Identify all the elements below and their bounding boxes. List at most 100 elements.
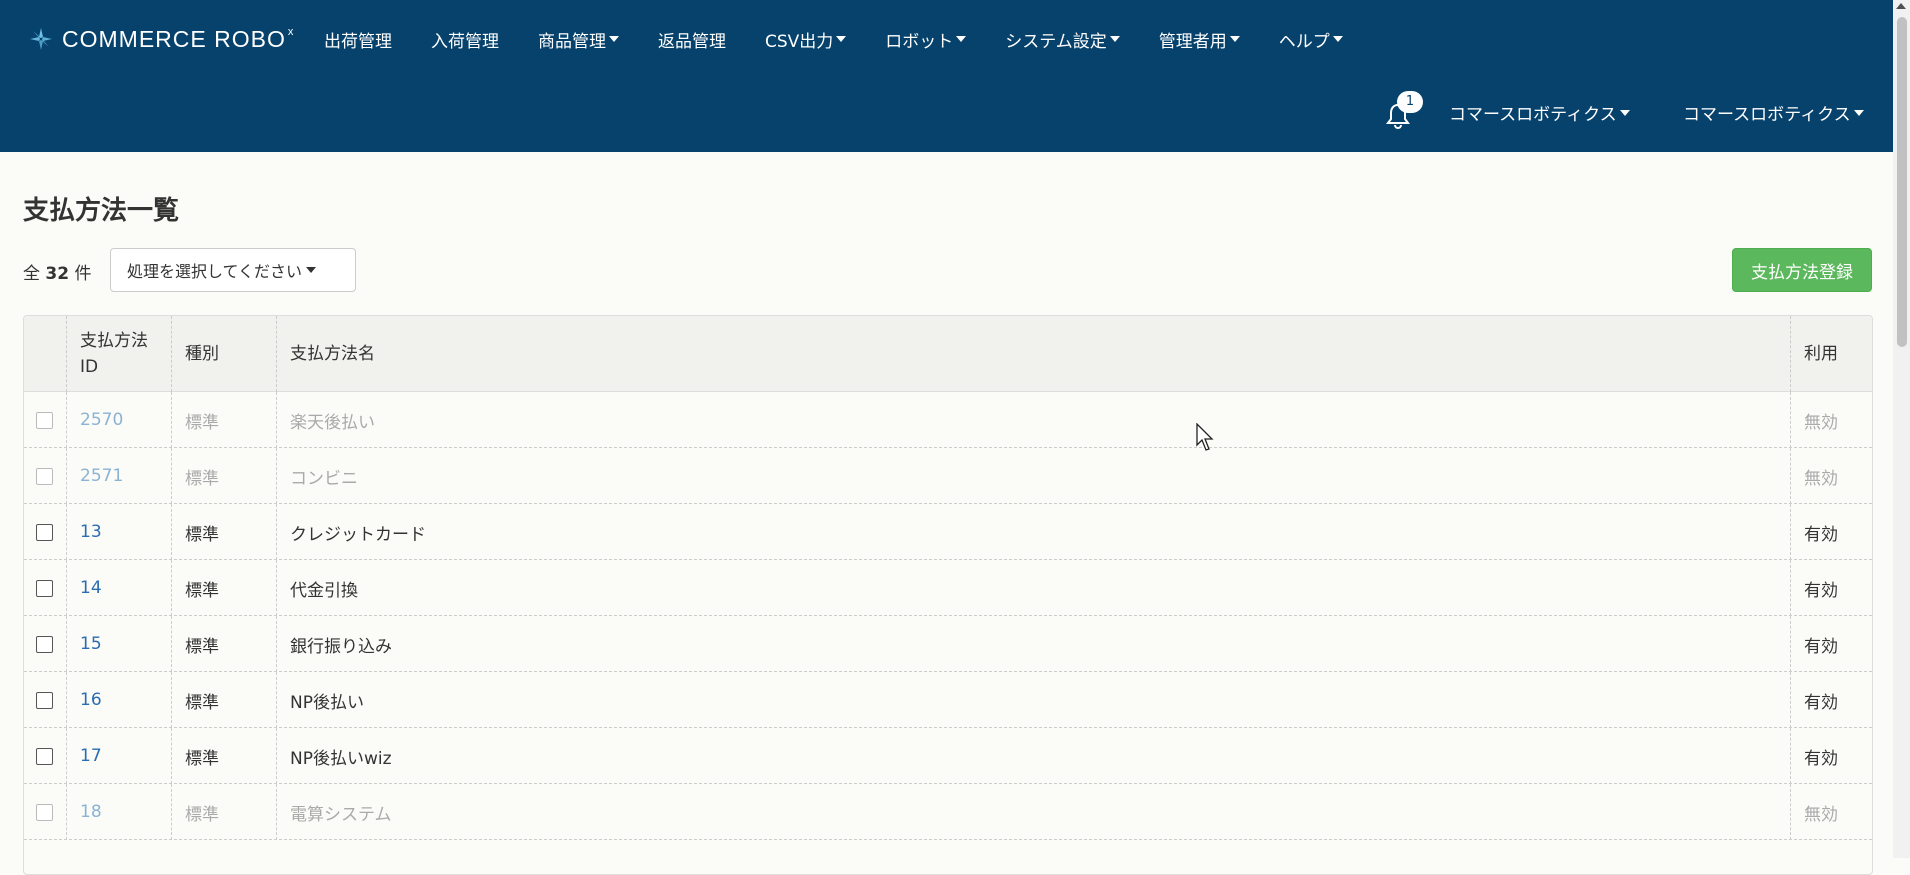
payment-method-type: 標準 <box>172 504 277 560</box>
payment-method-name: 楽天後払い <box>277 392 1791 448</box>
nav-item-1[interactable]: 入荷管理 <box>431 27 499 52</box>
payment-method-id-link[interactable]: 13 <box>67 504 172 560</box>
payment-method-id-link[interactable]: 2571 <box>67 448 172 504</box>
nav-item-label: CSV出力 <box>765 31 834 52</box>
payment-method-usage: 有効 <box>1804 692 1838 713</box>
nav-item-label: 出荷管理 <box>324 31 392 52</box>
nav-item-label: 入荷管理 <box>431 31 499 52</box>
payment-method-id-link[interactable]: 16 <box>67 672 172 728</box>
payment-method-id-link[interactable]: 18 <box>67 784 172 840</box>
header-id[interactable]: 支払方法ID <box>67 316 172 392</box>
row-checkbox[interactable] <box>36 467 53 485</box>
payment-method-id-link[interactable]: 2570 <box>67 392 172 448</box>
nav-item-label: システム設定 <box>1005 31 1107 52</box>
row-checkbox[interactable] <box>36 523 53 541</box>
payment-method-id-link[interactable]: 15 <box>67 616 172 672</box>
payment-method-id-link[interactable]: 14 <box>67 560 172 616</box>
header-type[interactable]: 種別 <box>172 316 277 392</box>
row-checkbox-cell <box>24 392 67 448</box>
nav-item-7[interactable]: 管理者用 <box>1159 27 1240 52</box>
table-row: 13 標準 クレジットカード 有効 <box>24 504 1872 560</box>
table-row: 15 標準 銀行振り込み 有効 <box>24 616 1872 672</box>
row-checkbox[interactable] <box>36 691 53 709</box>
chevron-down-icon <box>609 36 619 42</box>
header-name[interactable]: 支払方法名 <box>277 316 1791 392</box>
chevron-down-icon <box>836 36 847 42</box>
row-checkbox[interactable] <box>36 635 53 653</box>
row-checkbox-cell <box>24 672 67 728</box>
nav-item-0[interactable]: 出荷管理 <box>324 27 392 52</box>
table-row: 14 標準 代金引換 有効 <box>24 560 1872 616</box>
payment-method-usage: 無効 <box>1804 804 1838 825</box>
nav-item-label: 管理者用 <box>1158 31 1227 52</box>
row-checkbox[interactable] <box>36 747 53 765</box>
payment-method-type: 標準 <box>172 392 277 448</box>
mouse-cursor-icon <box>1196 423 1214 451</box>
payment-method-name: 銀行振り込み <box>277 616 1791 672</box>
row-checkbox-cell <box>24 728 67 784</box>
chevron-down-icon <box>956 36 967 42</box>
row-checkbox[interactable] <box>36 579 53 597</box>
payment-method-type: 標準 <box>172 784 277 840</box>
chevron-down-icon <box>1229 36 1240 42</box>
payment-method-name: 代金引換 <box>277 560 1791 616</box>
nav-item-label: 商品管理 <box>538 31 606 52</box>
table-row: 2570 標準 楽天後払い 無効 <box>24 392 1872 448</box>
brand-name: COMMERCE ROBO x <box>62 25 295 52</box>
payment-method-type: 標準 <box>172 728 277 784</box>
user-menu-user[interactable]: コマースロボティクス <box>1683 100 1864 125</box>
payment-methods-table: 支払方法ID 種別 支払方法名 利用 2570 標準 楽天後払い 無効 2571 標準 コン… <box>23 315 1873 875</box>
bulk-action-label: 処理を選択してください <box>127 262 303 281</box>
payment-method-type: 標準 <box>172 560 277 616</box>
scroll-up-icon[interactable] <box>1896 3 1906 9</box>
nav-item-3[interactable]: 返品管理 <box>658 27 726 52</box>
chevron-down-icon <box>1853 109 1864 116</box>
header-usage[interactable]: 利用 <box>1791 316 1872 392</box>
payment-method-name: 電算システム <box>277 784 1791 840</box>
payment-method-name: クレジットカード <box>277 504 1791 560</box>
top-header: COMMERCE ROBO x 出荷管理 入荷管理 商品管理 返品管理 CSV出力 ロボット… <box>0 0 1893 152</box>
user-menu-user-label: コマースロボティクス <box>1683 105 1851 125</box>
bulk-action-select[interactable]: 処理を選択してください <box>110 248 356 292</box>
payment-method-usage: 有効 <box>1804 524 1838 545</box>
table-header: 支払方法ID 種別 支払方法名 利用 <box>24 316 1872 392</box>
chevron-down-icon <box>306 267 317 273</box>
chevron-down-icon <box>1332 36 1343 42</box>
chevron-down-icon <box>1619 109 1630 116</box>
payment-method-usage: 有効 <box>1804 580 1838 601</box>
nav-item-2[interactable]: 商品管理 <box>538 27 619 52</box>
table-row: 16 標準 NP後払い 有効 <box>24 672 1872 728</box>
table-row: 18 標準 電算システム 無効 <box>24 784 1872 840</box>
payment-method-usage: 有効 <box>1804 748 1838 769</box>
scrollbar-thumb[interactable] <box>1897 17 1907 347</box>
nav-item-8[interactable]: ヘルプ <box>1279 27 1343 52</box>
logo-icon <box>30 28 52 50</box>
table-row: 2571 標準 コンビニ 無効 <box>24 448 1872 504</box>
payment-method-name: NP後払い <box>277 672 1791 728</box>
payment-method-type: 標準 <box>172 448 277 504</box>
logo[interactable]: COMMERCE ROBO x <box>28 22 294 56</box>
payment-method-usage: 無効 <box>1804 468 1838 489</box>
nav-item-5[interactable]: ロボット <box>885 27 967 52</box>
nav-item-4[interactable]: CSV出力 <box>765 27 847 52</box>
payment-method-type: 標準 <box>172 616 277 672</box>
user-menu-company[interactable]: コマースロボティクス <box>1449 100 1630 125</box>
payment-method-usage: 無効 <box>1804 412 1838 433</box>
row-checkbox-cell <box>24 448 67 504</box>
nav-item-label: ヘルプ <box>1278 31 1330 52</box>
row-checkbox-cell <box>24 504 67 560</box>
row-checkbox-cell <box>24 560 67 616</box>
row-checkbox[interactable] <box>36 411 53 429</box>
payment-method-type: 標準 <box>172 672 277 728</box>
nav-item-label: ロボット <box>885 31 954 52</box>
row-checkbox-cell <box>24 784 67 840</box>
payment-method-id-link[interactable]: 17 <box>67 728 172 784</box>
register-payment-method-button[interactable]: 支払方法登録 <box>1732 248 1872 292</box>
nav-item-6[interactable]: システム設定 <box>1005 27 1120 52</box>
nav-item-label: 返品管理 <box>658 31 726 52</box>
payment-method-usage: 有効 <box>1804 636 1838 657</box>
row-checkbox[interactable] <box>36 803 53 821</box>
notification-badge: 1 <box>1397 91 1423 113</box>
header-checkbox-cell <box>24 316 67 392</box>
main-nav: 出荷管理 入荷管理 商品管理 返品管理 CSV出力 ロボット システム設定 管理者用 ヘルプ <box>324 22 1382 56</box>
